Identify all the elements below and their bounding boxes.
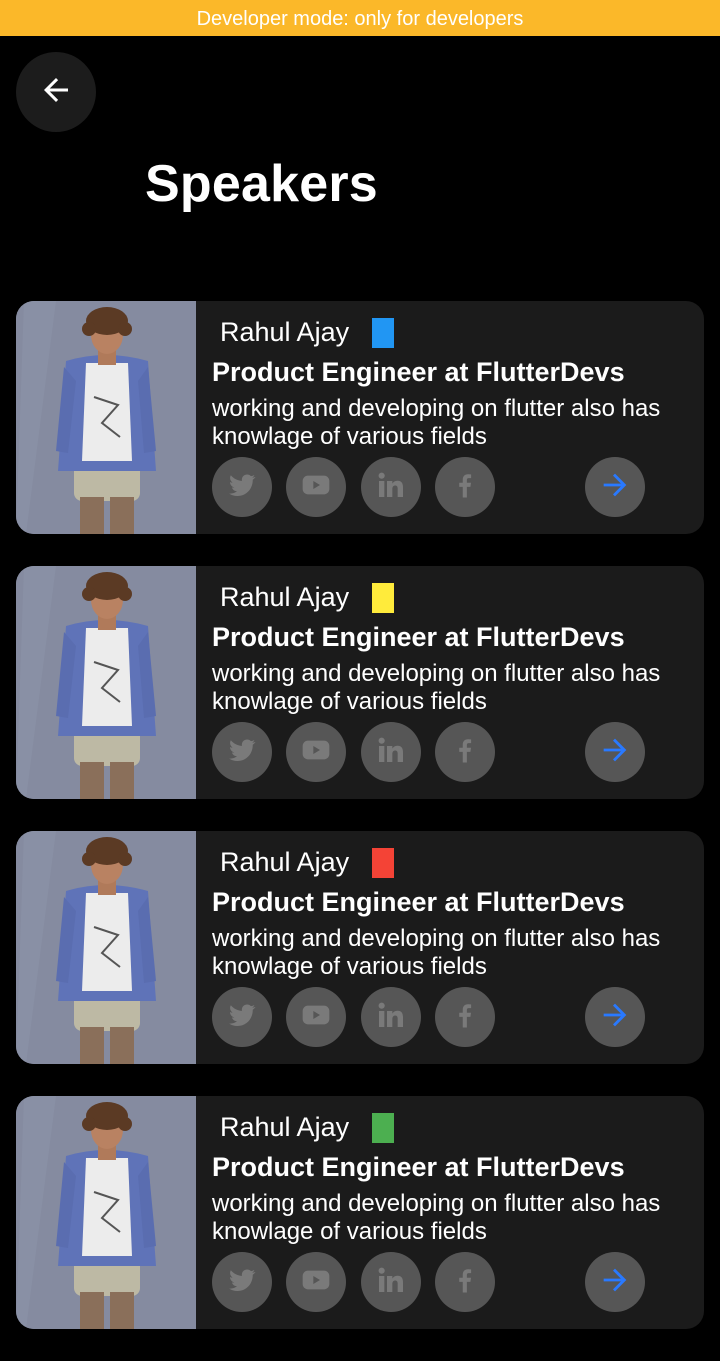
speaker-name: Rahul Ajay (220, 847, 350, 877)
linkedin-button[interactable] (361, 1252, 421, 1312)
facebook-button[interactable] (435, 457, 495, 517)
speaker-photo (16, 566, 196, 799)
developer-mode-banner: Developer mode: only for developers (0, 0, 720, 36)
linkedin-button[interactable] (361, 987, 421, 1047)
speaker-card[interactable]: Rahul Ajay Product Engineer at FlutterDe… (16, 301, 704, 534)
facebook-button[interactable] (435, 987, 495, 1047)
youtube-button[interactable] (286, 987, 346, 1047)
twitter-button[interactable] (212, 987, 272, 1047)
facebook-icon (450, 470, 480, 505)
twitter-button[interactable] (212, 1252, 272, 1312)
linkedin-icon (375, 734, 407, 771)
open-speaker-button[interactable] (585, 1252, 645, 1312)
speaker-bio-line-1: working and developing on flutter also h… (212, 1190, 661, 1217)
speaker-bio: working and developing on flutter also h… (212, 925, 692, 981)
open-speaker-button[interactable] (585, 457, 645, 517)
speaker-bio-line-2: knowlage of various fields (212, 423, 487, 450)
speaker-photo (16, 831, 196, 1064)
speaker-bio-line-2: knowlage of various fields (212, 953, 487, 980)
youtube-button[interactable] (286, 457, 346, 517)
linkedin-icon (375, 1264, 407, 1301)
youtube-icon (300, 999, 332, 1036)
arrow-right-icon (598, 733, 632, 772)
speaker-name: Rahul Ajay (220, 317, 350, 347)
linkedin-icon (375, 999, 407, 1036)
twitter-icon (227, 735, 257, 770)
arrow-right-icon (598, 998, 632, 1037)
page-title: Speakers (145, 155, 378, 213)
facebook-icon (450, 1265, 480, 1300)
youtube-button[interactable] (286, 1252, 346, 1312)
speaker-photo (16, 301, 196, 534)
twitter-button[interactable] (212, 457, 272, 517)
twitter-icon (227, 1000, 257, 1035)
facebook-button[interactable] (435, 1252, 495, 1312)
speaker-bio: working and developing on flutter also h… (212, 1190, 692, 1246)
speaker-role: Product Engineer at FlutterDevs (212, 887, 625, 917)
speaker-bio-line-1: working and developing on flutter also h… (212, 660, 661, 687)
speakers-list: Rahul Ajay Product Engineer at FlutterDe… (16, 301, 704, 1361)
arrow-right-icon (598, 468, 632, 507)
speaker-name: Rahul Ajay (220, 1112, 350, 1142)
speaker-role: Product Engineer at FlutterDevs (212, 622, 625, 652)
facebook-button[interactable] (435, 722, 495, 782)
twitter-icon (227, 470, 257, 505)
twitter-button[interactable] (212, 722, 272, 782)
facebook-icon (450, 1000, 480, 1035)
speaker-bio-line-1: working and developing on flutter also h… (212, 395, 661, 422)
youtube-icon (300, 469, 332, 506)
speaker-color-tag (372, 848, 394, 878)
speaker-bio-line-2: knowlage of various fields (212, 1218, 487, 1245)
speaker-color-tag (372, 583, 394, 613)
youtube-icon (300, 1264, 332, 1301)
youtube-icon (300, 734, 332, 771)
speaker-photo (16, 1096, 196, 1329)
speaker-bio-line-1: working and developing on flutter also h… (212, 925, 661, 952)
speaker-color-tag (372, 318, 394, 348)
twitter-icon (227, 1265, 257, 1300)
facebook-icon (450, 735, 480, 770)
speaker-card[interactable]: Rahul Ajay Product Engineer at FlutterDe… (16, 1096, 704, 1329)
speaker-bio: working and developing on flutter also h… (212, 660, 692, 716)
open-speaker-button[interactable] (585, 722, 645, 782)
back-button[interactable] (16, 52, 96, 132)
speaker-bio-line-2: knowlage of various fields (212, 688, 487, 715)
linkedin-button[interactable] (361, 457, 421, 517)
speaker-bio: working and developing on flutter also h… (212, 395, 692, 451)
youtube-button[interactable] (286, 722, 346, 782)
linkedin-button[interactable] (361, 722, 421, 782)
speaker-card[interactable]: Rahul Ajay Product Engineer at FlutterDe… (16, 566, 704, 799)
speaker-card[interactable]: Rahul Ajay Product Engineer at FlutterDe… (16, 831, 704, 1064)
arrow-left-icon (38, 72, 74, 113)
speaker-color-tag (372, 1113, 394, 1143)
open-speaker-button[interactable] (585, 987, 645, 1047)
linkedin-icon (375, 469, 407, 506)
arrow-right-icon (598, 1263, 632, 1302)
speaker-role: Product Engineer at FlutterDevs (212, 1152, 625, 1182)
speaker-name: Rahul Ajay (220, 582, 350, 612)
speaker-role: Product Engineer at FlutterDevs (212, 357, 625, 387)
